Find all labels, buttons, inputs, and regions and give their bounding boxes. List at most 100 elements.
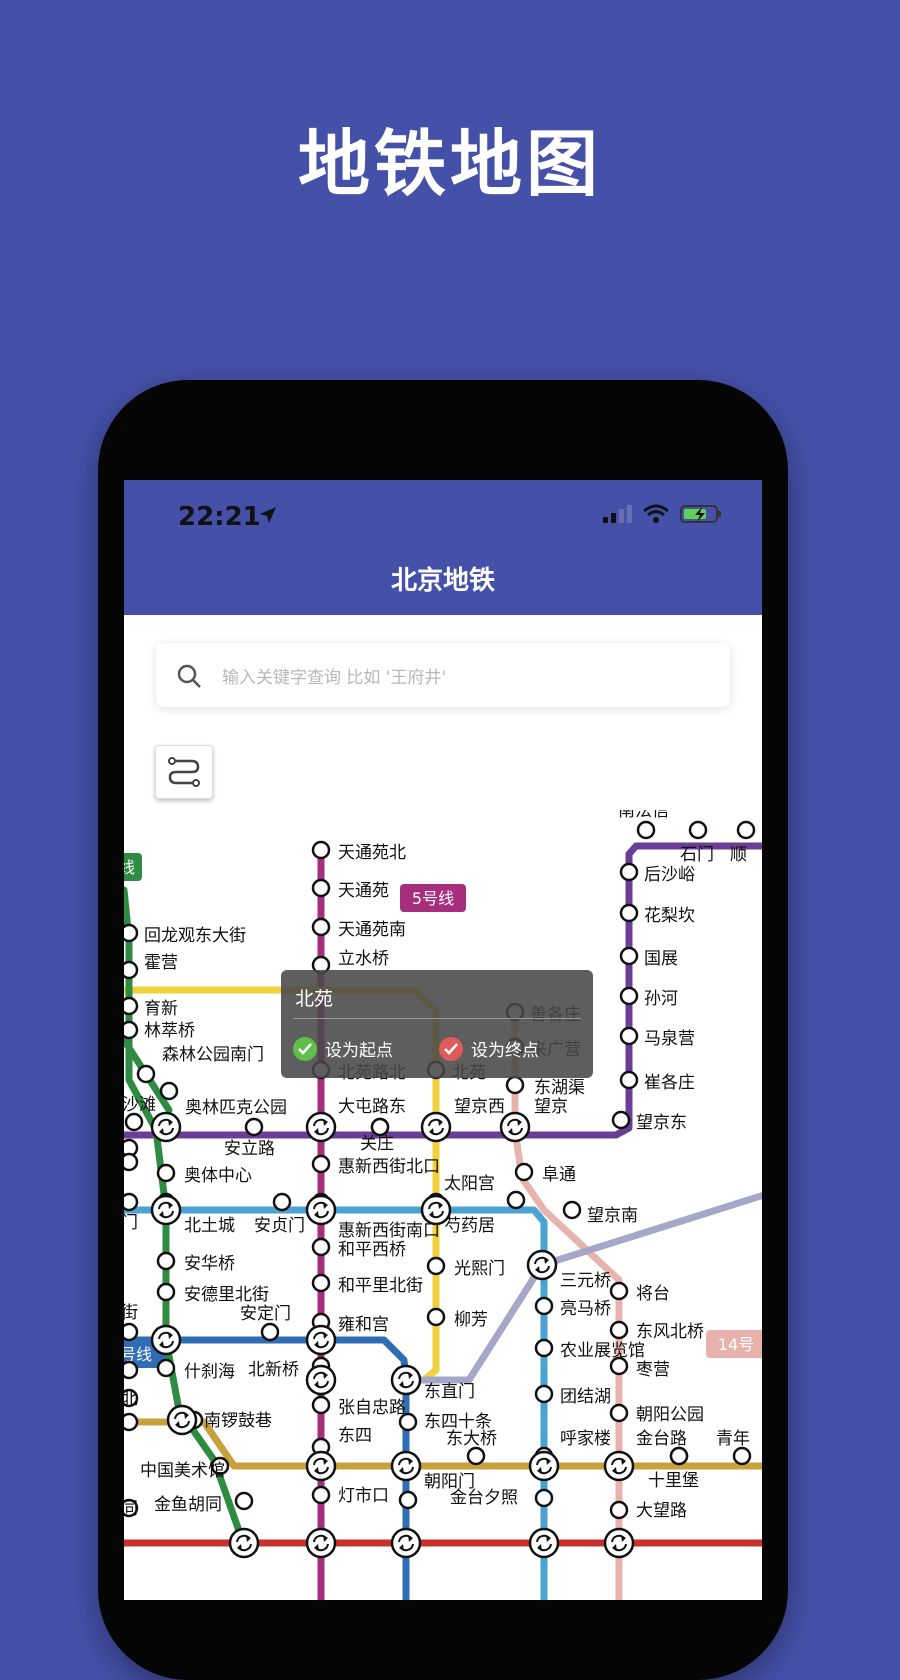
station-dot[interactable] [534, 1296, 554, 1316]
station-dot[interactable] [311, 840, 331, 860]
station[interactable]: 和平里北街 [311, 1273, 423, 1296]
station-dot[interactable] [124, 1152, 139, 1172]
station[interactable]: 胡同 [124, 1498, 139, 1519]
station-dot[interactable] [611, 1110, 631, 1130]
station-dot[interactable] [534, 1338, 554, 1358]
transfer-icon[interactable] [150, 1324, 182, 1356]
set-start-button[interactable]: 设为起点 [293, 1036, 393, 1061]
station-dot[interactable] [619, 1026, 639, 1046]
station[interactable]: 南法信 [618, 810, 669, 840]
transfer-icon[interactable] [528, 1450, 560, 1482]
subway-map[interactable]: 5号线 线 号线 14号 南法信石门 顺后沙峪花梨坎国展孙河马泉营崔各庄望京东天通… [124, 810, 762, 1600]
station[interactable]: 回龙观东大街 [124, 923, 246, 946]
station[interactable]: 里 [124, 1412, 139, 1433]
transfer-icon[interactable] [305, 1364, 337, 1396]
station[interactable]: 安贞门 [254, 1192, 305, 1236]
station[interactable]: 林萃桥 [124, 1020, 195, 1041]
transfer-icon[interactable] [305, 1450, 337, 1482]
station-dot[interactable] [370, 1117, 390, 1137]
station-dot[interactable] [562, 1200, 582, 1220]
station-dot[interactable] [669, 1446, 689, 1466]
transfer-icon[interactable] [390, 1364, 422, 1396]
station-dot[interactable] [619, 986, 639, 1006]
station-dot[interactable] [311, 878, 331, 898]
station[interactable]: 天通苑南 [311, 917, 406, 940]
station-dot[interactable] [311, 1237, 331, 1257]
station[interactable]: 中国美术馆 [140, 1456, 230, 1481]
station[interactable]: 安立路 [224, 1117, 275, 1159]
station-dot[interactable] [534, 1384, 554, 1404]
station-dot[interactable] [124, 923, 139, 943]
station-dot[interactable] [609, 1356, 629, 1376]
station[interactable]: 奥体中心 [156, 1163, 252, 1186]
station-dot[interactable] [234, 1491, 254, 1511]
station-dot[interactable] [260, 1322, 280, 1342]
station-dot[interactable] [736, 820, 756, 840]
station[interactable]: 安定门 [240, 1304, 291, 1342]
station-dot[interactable] [619, 903, 639, 923]
station-dot[interactable] [124, 1322, 139, 1342]
station-dot[interactable] [688, 820, 708, 840]
station[interactable]: 灯市口 [311, 1485, 389, 1506]
transfer-icon[interactable] [420, 1111, 452, 1143]
station-dot[interactable] [156, 1163, 176, 1183]
station-dot[interactable] [609, 1320, 629, 1340]
station[interactable]: 安德里北街 [156, 1282, 269, 1305]
station[interactable]: 惠新西街北口 [311, 1154, 440, 1177]
station[interactable]: 张自忠路 [311, 1395, 406, 1418]
station-dot[interactable] [311, 1485, 331, 1505]
transfer-icon[interactable] [305, 1111, 337, 1143]
station-dot[interactable] [124, 1360, 139, 1380]
station-dot[interactable] [124, 996, 139, 1016]
station-dot[interactable] [311, 1395, 331, 1415]
station[interactable]: 德门 [124, 1192, 139, 1233]
station-dot[interactable] [398, 1412, 418, 1432]
transfer-icon[interactable] [305, 1194, 337, 1226]
station[interactable]: 大街 [124, 1303, 139, 1342]
set-end-button[interactable]: 设为终点 [439, 1036, 539, 1061]
station[interactable]: 朝阳公园 [609, 1403, 704, 1425]
transfer-icon[interactable] [526, 1249, 558, 1281]
station[interactable]: 大望路 [609, 1500, 687, 1521]
station[interactable]: 和平西桥 [311, 1237, 406, 1260]
station-dot[interactable] [124, 960, 139, 980]
transfer-icon[interactable] [150, 1111, 182, 1143]
station[interactable]: 望京南 [562, 1200, 638, 1226]
station[interactable]: 东风北桥 [609, 1320, 704, 1342]
station[interactable]: 海北 [124, 1388, 139, 1409]
station[interactable]: 什刹海 [156, 1358, 235, 1382]
station[interactable]: 关庄 [360, 1117, 394, 1154]
station[interactable]: 青年 [716, 1429, 752, 1466]
station-dot[interactable] [311, 917, 331, 937]
station[interactable]: 桥 [124, 1152, 139, 1173]
station-dot[interactable] [156, 1282, 176, 1302]
station-dot[interactable] [159, 1081, 179, 1101]
station-dot[interactable] [609, 1281, 629, 1301]
station-dot[interactable] [124, 1192, 139, 1212]
station-dot[interactable] [272, 1192, 292, 1212]
transfer-icon[interactable] [528, 1527, 560, 1559]
transfer-icon[interactable] [166, 1404, 198, 1436]
station-dot[interactable] [619, 1070, 639, 1090]
transfer-icon[interactable] [228, 1527, 260, 1559]
station[interactable]: 光熙门 [426, 1256, 505, 1279]
station-dot[interactable] [505, 1075, 525, 1095]
station[interactable]: 天通苑北 [311, 840, 406, 863]
station-dot[interactable] [124, 1412, 139, 1432]
transfer-icon[interactable] [390, 1527, 422, 1559]
station-dot[interactable] [609, 1500, 629, 1520]
station-dot[interactable] [534, 1488, 554, 1508]
station-dot[interactable] [311, 1273, 331, 1293]
station[interactable]: 南锣鼓巷 [184, 1410, 272, 1431]
station-dot[interactable] [619, 862, 639, 882]
transfer-icon[interactable] [499, 1111, 531, 1143]
station[interactable]: 东大桥 [446, 1429, 497, 1466]
search-input[interactable]: 输入关键字查询 比如 '王府井' [156, 643, 730, 707]
station-dot[interactable] [156, 1358, 176, 1378]
transfer-icon[interactable] [150, 1194, 182, 1226]
station[interactable]: 农业展览馆 [534, 1338, 645, 1361]
station-dot[interactable] [506, 1190, 526, 1210]
station-layer[interactable]: 南法信石门顺后沙峪花梨坎国展孙河马泉营崔各庄望京东 天通苑北天通苑天通苑南立水桥北… [124, 810, 756, 1521]
transfer-icon[interactable] [390, 1450, 422, 1482]
station-dot[interactable] [136, 1064, 156, 1084]
